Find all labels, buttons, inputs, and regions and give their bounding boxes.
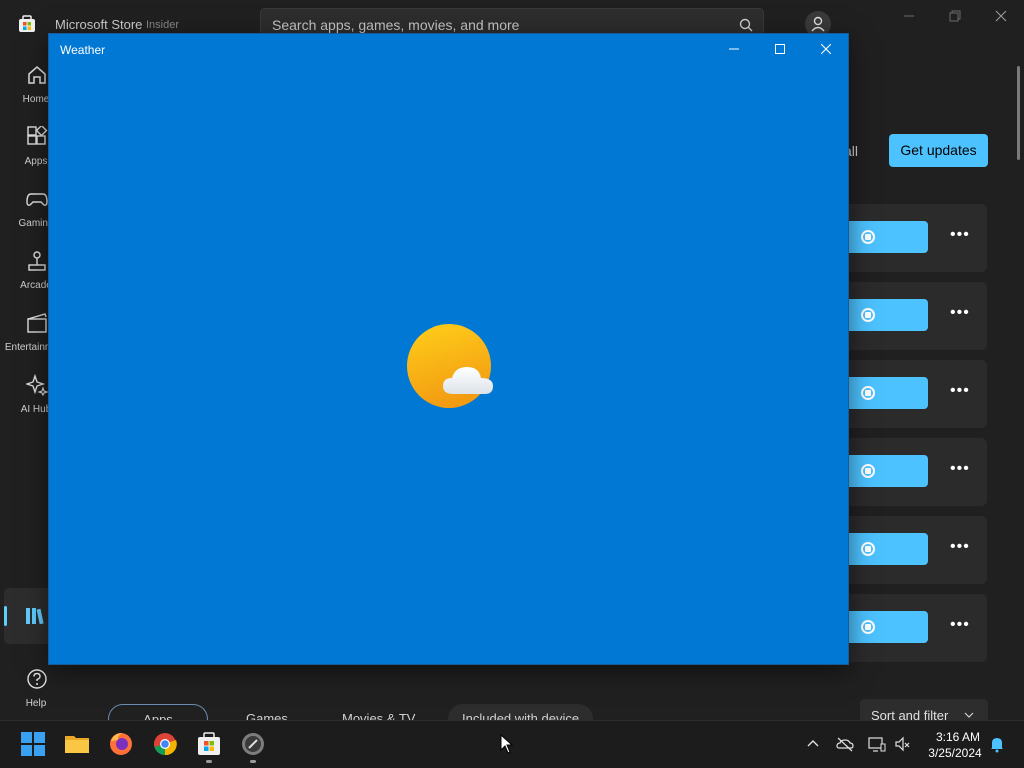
- settings-icon[interactable]: [240, 731, 266, 757]
- app-progress-button[interactable]: [848, 299, 928, 331]
- weather-minimize-button[interactable]: [711, 34, 757, 65]
- network-icon[interactable]: [868, 735, 886, 753]
- app-progress-button[interactable]: [848, 221, 928, 253]
- weather-maximize-button[interactable]: [757, 34, 803, 65]
- close-icon: [821, 44, 831, 54]
- library-app-row: •••: [848, 282, 987, 350]
- stop-download-icon: [861, 542, 875, 556]
- home-icon: [28, 66, 46, 84]
- apps-icon: [27, 126, 48, 145]
- gaming-icon: [26, 193, 48, 206]
- more-options-button[interactable]: •••: [950, 616, 970, 634]
- more-options-button[interactable]: •••: [950, 382, 970, 400]
- chevron-down-icon: [964, 712, 974, 718]
- close-icon: [995, 10, 1007, 22]
- selected-indicator: [4, 606, 7, 626]
- stop-download-icon: [861, 464, 875, 478]
- arcade-icon: [28, 251, 46, 271]
- stop-download-icon: [861, 230, 875, 244]
- store-close-button[interactable]: [978, 0, 1024, 32]
- chevron-up-icon[interactable]: [804, 735, 822, 753]
- notification-bell-icon[interactable]: [988, 735, 1006, 753]
- store-channel-label: Insider: [146, 19, 180, 31]
- stop-download-icon: [861, 386, 875, 400]
- more-options-button[interactable]: •••: [950, 460, 970, 478]
- library-app-row: •••: [848, 516, 987, 584]
- ai-hub-icon: [26, 374, 48, 396]
- stop-download-icon: [861, 620, 875, 634]
- chrome-icon[interactable]: [152, 731, 178, 757]
- clock-time[interactable]: 3:16 AM: [928, 730, 988, 744]
- minimize-icon: [904, 15, 914, 17]
- running-indicator: [250, 760, 256, 763]
- weather-close-button[interactable]: [803, 34, 849, 65]
- more-options-button[interactable]: •••: [950, 304, 970, 322]
- store-maximize-button[interactable]: [932, 0, 978, 32]
- maximize-icon: [775, 44, 785, 54]
- library-app-row: •••: [848, 204, 987, 272]
- clock-date[interactable]: 3/25/2024: [922, 746, 988, 760]
- app-progress-button[interactable]: [848, 611, 928, 643]
- search-icon[interactable]: [739, 18, 753, 32]
- entertainment-icon: [27, 313, 47, 333]
- get-updates-button[interactable]: Get updates: [889, 134, 988, 167]
- more-options-button[interactable]: •••: [950, 226, 970, 244]
- restore-icon: [949, 10, 961, 22]
- weather-sun-cloud-icon: [407, 324, 493, 408]
- store-logo-icon: [19, 15, 35, 32]
- stop-download-icon: [861, 308, 875, 322]
- onedrive-offline-icon[interactable]: [836, 735, 854, 753]
- library-app-row: •••: [848, 360, 987, 428]
- app-progress-button[interactable]: [848, 533, 928, 565]
- minimize-icon: [729, 48, 739, 50]
- app-progress-button[interactable]: [848, 455, 928, 487]
- store-scrollbar[interactable]: [1017, 66, 1020, 160]
- start-icon[interactable]: [20, 731, 46, 757]
- nav-label-help: Help: [25, 698, 47, 709]
- library-app-row: •••: [848, 438, 987, 506]
- weather-window[interactable]: Weather: [48, 33, 849, 665]
- volume-muted-icon[interactable]: [894, 735, 912, 753]
- app-progress-button[interactable]: [848, 377, 928, 409]
- store-minimize-button[interactable]: [886, 0, 932, 32]
- nav-item-help[interactable]: Help: [4, 658, 68, 714]
- mouse-cursor-icon: [500, 734, 514, 754]
- store-app-title: Microsoft Store: [55, 17, 143, 32]
- desktop: Microsoft Store Insider Search apps, gam…: [0, 0, 1024, 768]
- firefox-icon[interactable]: [108, 731, 134, 757]
- store-search-input[interactable]: Search apps, games, movies, and more: [272, 17, 519, 33]
- more-options-button[interactable]: •••: [950, 538, 970, 556]
- file-explorer-icon[interactable]: [64, 731, 90, 757]
- library-app-row: •••: [848, 594, 987, 662]
- running-indicator: [206, 760, 212, 763]
- microsoft-store-icon[interactable]: [196, 731, 222, 757]
- help-icon: [27, 669, 47, 689]
- library-icon: [26, 608, 44, 625]
- weather-window-title: Weather: [60, 43, 106, 57]
